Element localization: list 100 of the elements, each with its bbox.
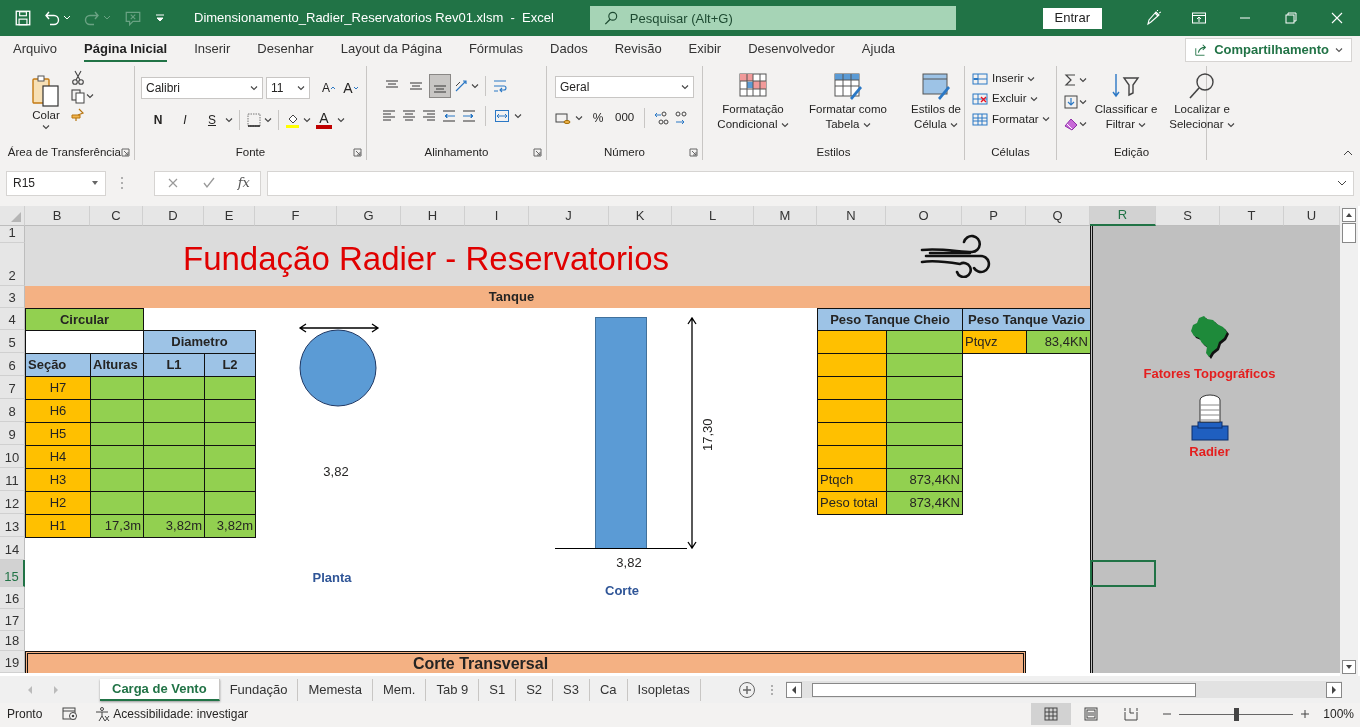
caret-icon[interactable] bbox=[42, 123, 50, 131]
scroll-thumb[interactable] bbox=[811, 682, 1196, 697]
row-header[interactable]: 8 bbox=[0, 399, 25, 422]
insert-function-button[interactable]: fx bbox=[237, 173, 250, 193]
cells-button[interactable]: Inserir bbox=[971, 70, 1050, 88]
row-header[interactable]: 7 bbox=[0, 376, 25, 399]
merge-cells-icon[interactable] bbox=[494, 108, 510, 124]
caret-icon[interactable] bbox=[471, 82, 479, 90]
caret-icon[interactable] bbox=[225, 116, 233, 124]
caret-icon[interactable] bbox=[1226, 120, 1235, 129]
cells-button[interactable]: Excluir bbox=[971, 90, 1050, 108]
sheet-tab[interactable]: Isopletas bbox=[627, 678, 701, 701]
row-header[interactable]: 9 bbox=[0, 422, 25, 445]
selected-cell[interactable] bbox=[1090, 560, 1156, 587]
ribbon-tab[interactable]: Ajuda bbox=[861, 35, 896, 63]
bold-button[interactable]: N bbox=[147, 108, 169, 132]
ribbon-tab[interactable]: Revisão bbox=[614, 35, 662, 63]
column-header[interactable]: F bbox=[255, 206, 337, 226]
row-header[interactable]: 15 bbox=[0, 560, 25, 587]
caret-icon[interactable] bbox=[1029, 94, 1038, 103]
sheet-tab[interactable]: S3 bbox=[553, 678, 590, 701]
normal-view-icon[interactable] bbox=[1043, 706, 1060, 722]
caret-icon[interactable] bbox=[303, 116, 311, 124]
scroll-right-icon[interactable] bbox=[1326, 681, 1342, 698]
scroll-down-icon[interactable] bbox=[1342, 660, 1356, 674]
column-header[interactable]: N bbox=[817, 206, 886, 226]
column-header[interactable]: Q bbox=[1026, 206, 1090, 226]
caret-icon[interactable] bbox=[337, 116, 345, 124]
customize-icon[interactable] bbox=[154, 12, 166, 24]
launcher-icon[interactable] bbox=[353, 148, 362, 158]
column-header[interactable]: K bbox=[609, 206, 672, 226]
paste-button[interactable]: Colar bbox=[30, 74, 62, 144]
caret-icon[interactable] bbox=[949, 120, 958, 129]
scissors-icon[interactable] bbox=[70, 70, 86, 86]
number-format-field[interactable]: Geral bbox=[555, 76, 694, 98]
scroll-thumb[interactable] bbox=[1342, 223, 1356, 243]
caret-icon[interactable] bbox=[575, 114, 583, 122]
column-header[interactable]: B bbox=[25, 206, 90, 226]
decrease-indent-icon[interactable] bbox=[441, 108, 457, 124]
column-header[interactable]: H bbox=[401, 206, 465, 226]
macro-recorder-icon[interactable] bbox=[62, 707, 79, 721]
save-icon[interactable] bbox=[14, 9, 32, 27]
restore-icon[interactable] bbox=[1283, 10, 1299, 26]
caret-icon[interactable] bbox=[86, 92, 94, 100]
formula-input[interactable] bbox=[267, 170, 1354, 196]
column-header[interactable]: E bbox=[204, 206, 255, 226]
row-header[interactable]: 14 bbox=[0, 537, 25, 560]
increase-decimal-icon[interactable] bbox=[653, 110, 670, 126]
caret-icon[interactable] bbox=[264, 116, 272, 124]
close-icon[interactable] bbox=[1329, 10, 1345, 26]
style-button[interactable]: Formatar como Tabela bbox=[801, 70, 895, 144]
sheet-tab[interactable]: Memesta bbox=[298, 678, 373, 701]
row-header[interactable]: 11 bbox=[0, 468, 25, 491]
column-header[interactable]: P bbox=[962, 206, 1026, 226]
row-header[interactable]: 1 bbox=[0, 226, 25, 243]
wrap-text-icon[interactable] bbox=[492, 78, 508, 94]
column-header[interactable]: T bbox=[1220, 206, 1284, 226]
caret-icon[interactable] bbox=[681, 83, 689, 91]
column-header[interactable]: M bbox=[754, 206, 817, 226]
fill-down-icon[interactable] bbox=[1063, 94, 1079, 110]
row-header[interactable]: 6 bbox=[0, 353, 25, 376]
orientation-icon[interactable] bbox=[453, 78, 469, 94]
column-header[interactable]: D bbox=[143, 206, 204, 226]
search-field[interactable]: Pesquisar (Alt+G) bbox=[589, 6, 956, 30]
sign-in-button[interactable]: Entrar bbox=[1042, 7, 1102, 29]
accessibility-icon[interactable] bbox=[94, 706, 111, 722]
borders-icon[interactable] bbox=[246, 112, 262, 128]
italic-button[interactable]: I bbox=[174, 108, 196, 132]
column-header[interactable]: O bbox=[886, 206, 962, 226]
ribbon-tab[interactable]: Exibir bbox=[688, 35, 722, 63]
column-header[interactable]: G bbox=[337, 206, 401, 226]
caret-icon[interactable] bbox=[1079, 76, 1087, 84]
launcher-icon[interactable] bbox=[121, 148, 130, 158]
row-header[interactable]: 4 bbox=[0, 308, 25, 330]
underline-button[interactable]: S bbox=[201, 108, 223, 132]
add-sheet-icon[interactable] bbox=[737, 680, 756, 699]
increase-indent-icon[interactable] bbox=[461, 108, 477, 124]
caret-icon[interactable] bbox=[297, 84, 305, 92]
accounting-icon[interactable] bbox=[555, 110, 571, 126]
caret-icon[interactable] bbox=[1026, 74, 1035, 83]
caret-icon[interactable] bbox=[91, 179, 99, 187]
sheet-tab[interactable]: Carga de Vento bbox=[100, 678, 220, 701]
caret-icon[interactable] bbox=[1079, 120, 1087, 128]
row-header[interactable]: 12 bbox=[0, 491, 25, 514]
shrink-font-button[interactable]: A bbox=[340, 76, 362, 100]
column-header[interactable]: C bbox=[90, 206, 143, 226]
caret-icon[interactable] bbox=[780, 120, 789, 129]
font-name-field[interactable]: Calibri bbox=[141, 77, 263, 99]
ribbon-tab[interactable]: Inserir bbox=[194, 35, 231, 63]
column-header[interactable]: J bbox=[529, 206, 609, 226]
sheet-tab[interactable]: Mem. bbox=[372, 678, 427, 701]
row-header[interactable]: 5 bbox=[0, 330, 25, 353]
row-header[interactable]: 19 bbox=[0, 651, 25, 673]
sheet-tab[interactable]: Ca bbox=[589, 678, 628, 701]
scroll-up-icon[interactable] bbox=[1342, 208, 1356, 222]
ribbon-tab[interactable]: Layout da Página bbox=[340, 35, 442, 63]
cells-button[interactable]: Formatar bbox=[971, 110, 1050, 128]
zoom-in-icon[interactable] bbox=[1299, 708, 1312, 720]
fill-color-icon[interactable] bbox=[285, 112, 301, 128]
expand-icon[interactable] bbox=[1337, 178, 1347, 188]
